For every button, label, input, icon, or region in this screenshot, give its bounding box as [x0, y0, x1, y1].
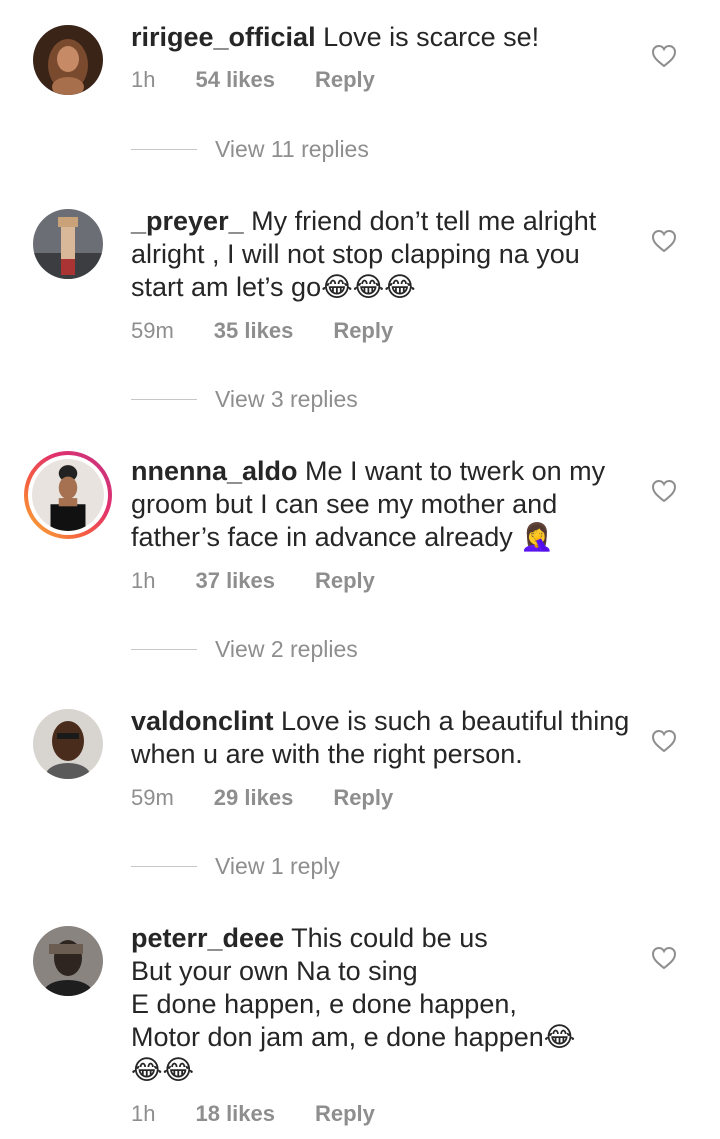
comment-line: 😂😂 — [131, 1055, 195, 1085]
comment-line: Motor don jam am, e done happen😂 — [131, 1022, 576, 1052]
comment-meta: 1h 37 likes Reply — [131, 568, 415, 594]
comment-line: E done happen, e done happen, — [131, 989, 517, 1019]
view-replies-button[interactable]: View 2 replies — [131, 636, 358, 663]
username[interactable]: nnenna_aldo — [131, 456, 298, 486]
view-replies-label: View 1 reply — [215, 853, 340, 879]
view-replies-button[interactable]: View 3 replies — [131, 386, 358, 413]
view-replies-label: View 3 replies — [215, 386, 358, 412]
timestamp: 1h — [131, 568, 156, 593]
comment-text: _preyer_ My friend don’t tell me alright… — [131, 205, 631, 304]
comment-body: Love is scarce se! — [323, 22, 540, 52]
likes-count[interactable]: 18 likes — [195, 1101, 275, 1127]
comment-body: This could be us — [291, 923, 488, 953]
view-replies-button[interactable]: View 1 reply — [131, 853, 340, 880]
view-replies-label: View 2 replies — [215, 636, 358, 662]
likes-count[interactable]: 35 likes — [214, 318, 294, 344]
avatar — [28, 455, 108, 535]
username[interactable]: peterr_deee — [131, 923, 284, 953]
username[interactable]: ririgee_official — [131, 22, 316, 52]
timestamp: 59m — [131, 318, 174, 343]
divider-line — [131, 866, 197, 867]
likes-count[interactable]: 29 likes — [214, 785, 294, 811]
comment-line: peterr_deee This could be us — [131, 922, 631, 955]
divider-line — [131, 399, 197, 400]
heart-outline-icon[interactable] — [651, 44, 677, 68]
comment-meta: 1h 18 likes Reply — [131, 1101, 415, 1127]
comment-text: peterr_deee This could be us But your ow… — [131, 922, 631, 1087]
avatar[interactable] — [33, 209, 103, 279]
comment-meta: 59m 35 likes Reply — [131, 318, 433, 344]
username[interactable]: _preyer_ — [131, 206, 244, 236]
timestamp: 1h — [131, 1101, 156, 1126]
likes-count[interactable]: 54 likes — [195, 67, 275, 93]
timestamp: 59m — [131, 785, 174, 810]
comment-text: ririgee_official Love is scarce se! — [131, 21, 631, 54]
username[interactable]: valdonclint — [131, 706, 274, 736]
avatar[interactable] — [33, 25, 103, 95]
divider-line — [131, 649, 197, 650]
reply-button[interactable]: Reply — [333, 785, 393, 811]
comment-text: nnenna_aldo Me I want to twerk on my gro… — [131, 455, 631, 554]
avatar[interactable] — [33, 709, 103, 779]
reply-button[interactable]: Reply — [315, 67, 375, 93]
timestamp: 1h — [131, 67, 156, 92]
comment-meta: 59m 29 likes Reply — [131, 785, 433, 811]
heart-outline-icon[interactable] — [651, 479, 677, 503]
comment-meta: 1h 54 likes Reply — [131, 67, 415, 93]
comment-text: valdonclint Love is such a beautiful thi… — [131, 705, 631, 771]
reply-button[interactable]: Reply — [333, 318, 393, 344]
reply-button[interactable]: Reply — [315, 568, 375, 594]
avatar-story-ring[interactable] — [24, 451, 112, 539]
heart-outline-icon[interactable] — [651, 229, 677, 253]
comment-line: But your own Na to sing — [131, 956, 418, 986]
view-replies-label: View 11 replies — [215, 136, 369, 162]
heart-outline-icon[interactable] — [651, 729, 677, 753]
divider-line — [131, 149, 197, 150]
heart-outline-icon[interactable] — [651, 946, 677, 970]
reply-button[interactable]: Reply — [315, 1101, 375, 1127]
avatar[interactable] — [33, 926, 103, 996]
likes-count[interactable]: 37 likes — [195, 568, 275, 594]
view-replies-button[interactable]: View 11 replies — [131, 136, 369, 163]
